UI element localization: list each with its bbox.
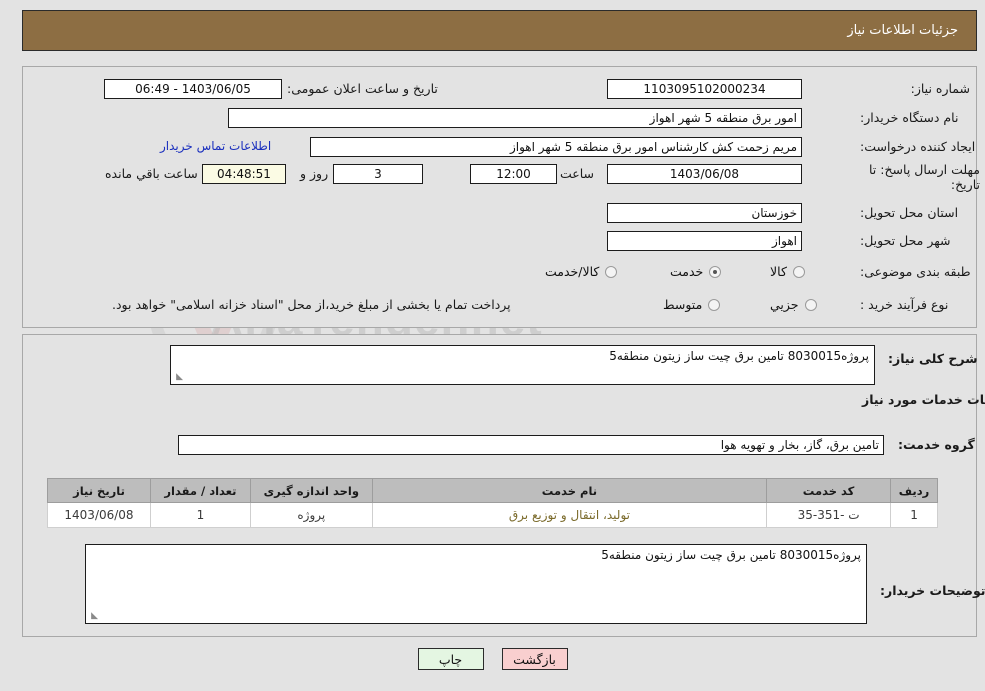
buyer-org-label: نام دستگاه خریدار: <box>860 110 959 125</box>
purchase-type-label: نوع فرآیند خرید : <box>860 297 949 312</box>
remaining-days-label-wrap: روز و <box>300 166 328 181</box>
category-option-0-label: کالا <box>770 264 787 279</box>
deadline-label-wrap: مهلت ارسال پاسخ: تا تاریخ: <box>860 162 980 192</box>
deadline-time-field[interactable]: 12:00 <box>470 164 557 184</box>
city-field[interactable]: اهواز <box>607 231 802 251</box>
deadline-label: مهلت ارسال پاسخ: تا تاریخ: <box>869 162 980 192</box>
creator-label: ایجاد کننده درخواست: <box>860 139 976 154</box>
footer-buttons: بازگشت چاپ <box>0 648 985 670</box>
remaining-time-label: ساعت باقي مانده <box>105 166 198 181</box>
category-option-1-label: خدمت <box>670 264 704 279</box>
col-unit: واحد اندازه گیری <box>249 478 373 503</box>
need-number-label-wrap: شماره نیاز: <box>860 81 970 96</box>
col-need-date: تاریخ نیاز <box>47 478 151 503</box>
buyer-org-field[interactable]: امور برق منطقه 5 شهر اهواز <box>228 108 802 128</box>
purchase-type-label-wrap: نوع فرآیند خرید : <box>860 297 948 312</box>
creator-label-wrap: ایجاد کننده درخواست: <box>860 139 975 154</box>
service-group-field[interactable]: تامین برق، گاز، بخار و تهویه هوا <box>178 435 884 455</box>
need-description-value: پروژه8030015 تامین برق چیت ساز زیتون منط… <box>609 349 869 363</box>
need-description-label-wrap: شرح کلی نیاز: <box>888 351 977 366</box>
col-row-no: ردیف <box>890 478 938 503</box>
print-button[interactable]: چاپ <box>417 648 484 670</box>
purchase-type-radio-medium[interactable]: متوسط <box>663 297 721 312</box>
purchase-option-1-label: متوسط <box>663 297 703 312</box>
buyer-notes-label: توضیحات خریدار: <box>880 583 985 598</box>
category-option-2-label: کالا/خدمت <box>545 264 600 279</box>
service-group-label-wrap: گروه خدمت: <box>898 437 975 452</box>
category-label-wrap: طبقه بندی موضوعی: <box>860 264 971 279</box>
need-info-panel <box>22 66 977 328</box>
province-label: استان محل تحویل: <box>860 205 959 220</box>
radio-medium-icon[interactable] <box>708 298 721 311</box>
buyer-notes-label-wrap: توضیحات خریدار: <box>880 583 985 598</box>
treasury-note: پرداخت تمام یا بخشی از مبلغ خرید،از محل … <box>112 297 511 312</box>
announce-datetime-label: تاریخ و ساعت اعلان عمومی: <box>287 81 438 96</box>
purchase-option-0-label: جزیي <box>770 297 799 312</box>
window-title-bar: جزئیات اطلاعات نیاز <box>22 10 977 51</box>
buyer-org-label-wrap: نام دستگاه خریدار: <box>860 110 958 125</box>
category-radio-service[interactable]: خدمت <box>670 264 722 279</box>
radio-goods-icon[interactable] <box>792 265 805 278</box>
need-description-label: شرح کلی نیاز: <box>888 351 978 366</box>
services-heading-wrap: اطلاعات خدمات مورد نیاز <box>862 392 985 407</box>
col-quantity: تعداد / مقدار <box>150 478 251 503</box>
buyer-notes-value: پروژه8030015 تامین برق چیت ساز زیتون منط… <box>601 548 861 562</box>
services-heading: اطلاعات خدمات مورد نیاز <box>862 392 985 407</box>
treasury-note-wrap: پرداخت تمام یا بخشی از مبلغ خرید،از محل … <box>112 297 511 312</box>
cell-row-no: 1 <box>890 502 938 528</box>
deadline-date-field[interactable]: 1403/06/08 <box>607 164 802 184</box>
city-label: شهر محل تحویل: <box>860 233 951 248</box>
cell-service-name: تولید، انتقال و توزیع برق <box>371 502 768 528</box>
cell-unit: پروژه <box>249 502 373 528</box>
remaining-days-label: روز و <box>300 166 329 181</box>
back-button[interactable]: بازگشت <box>501 648 568 670</box>
radio-service-icon[interactable] <box>709 265 722 278</box>
deadline-time-label-wrap: ساعت <box>560 166 594 181</box>
table-header-row: ردیف کد خدمت نام خدمت واحد اندازه گیری ت… <box>47 478 938 503</box>
page-title: جزئیات اطلاعات نیاز <box>847 23 958 38</box>
need-description-textarea[interactable]: پروژه8030015 تامین برق چیت ساز زیتون منط… <box>170 345 875 385</box>
cell-quantity: 1 <box>150 502 251 528</box>
announce-datetime-field[interactable]: 1403/06/05 - 06:49 <box>104 79 282 99</box>
col-service-name: نام خدمت <box>371 478 768 503</box>
category-label: طبقه بندی موضوعی: <box>860 264 971 279</box>
creator-field[interactable]: مریم زحمت کش کارشناس امور برق منطقه 5 شه… <box>310 137 802 157</box>
remaining-days-field: 3 <box>333 164 423 184</box>
service-group-label: گروه خدمت: <box>898 437 975 452</box>
deadline-time-label: ساعت <box>560 166 595 181</box>
table-row[interactable]: 1 ت -351-35 تولید، انتقال و توزیع برق پر… <box>47 502 938 528</box>
resize-grip-icon-2[interactable]: ◣ <box>88 612 98 622</box>
province-field[interactable]: خوزستان <box>607 203 802 223</box>
page-root: AriaTender.net جزئیات اطلاعات نیاز شماره… <box>0 0 985 691</box>
announce-datetime-label-wrap: تاریخ و ساعت اعلان عمومی: <box>287 81 438 96</box>
resize-grip-icon[interactable]: ◣ <box>173 373 183 383</box>
col-service-code: کد خدمت <box>766 478 892 503</box>
cell-need-date: 1403/06/08 <box>47 502 151 528</box>
need-number-label: شماره نیاز: <box>910 81 970 96</box>
purchase-type-radio-minor[interactable]: جزیي <box>770 297 817 312</box>
radio-goods-service-icon[interactable] <box>605 265 618 278</box>
cell-service-code: ت -351-35 <box>766 502 892 528</box>
remaining-time-field: 04:48:51 <box>202 164 286 184</box>
buyer-notes-textarea[interactable]: پروژه8030015 تامین برق چیت ساز زیتون منط… <box>85 544 867 624</box>
province-label-wrap: استان محل تحویل: <box>860 205 958 220</box>
category-radio-goods[interactable]: کالا <box>770 264 805 279</box>
city-label-wrap: شهر محل تحویل: <box>860 233 950 248</box>
category-radio-goods-service[interactable]: کالا/خدمت <box>545 264 618 279</box>
buyer-contact-link[interactable]: اطلاعات تماس خریدار <box>160 139 271 153</box>
need-number-field[interactable]: 1103095102000234 <box>607 79 802 99</box>
radio-minor-icon[interactable] <box>804 298 817 311</box>
remaining-time-label-wrap: ساعت باقي مانده <box>105 166 198 181</box>
services-table: ردیف کد خدمت نام خدمت واحد اندازه گیری ت… <box>47 478 938 528</box>
